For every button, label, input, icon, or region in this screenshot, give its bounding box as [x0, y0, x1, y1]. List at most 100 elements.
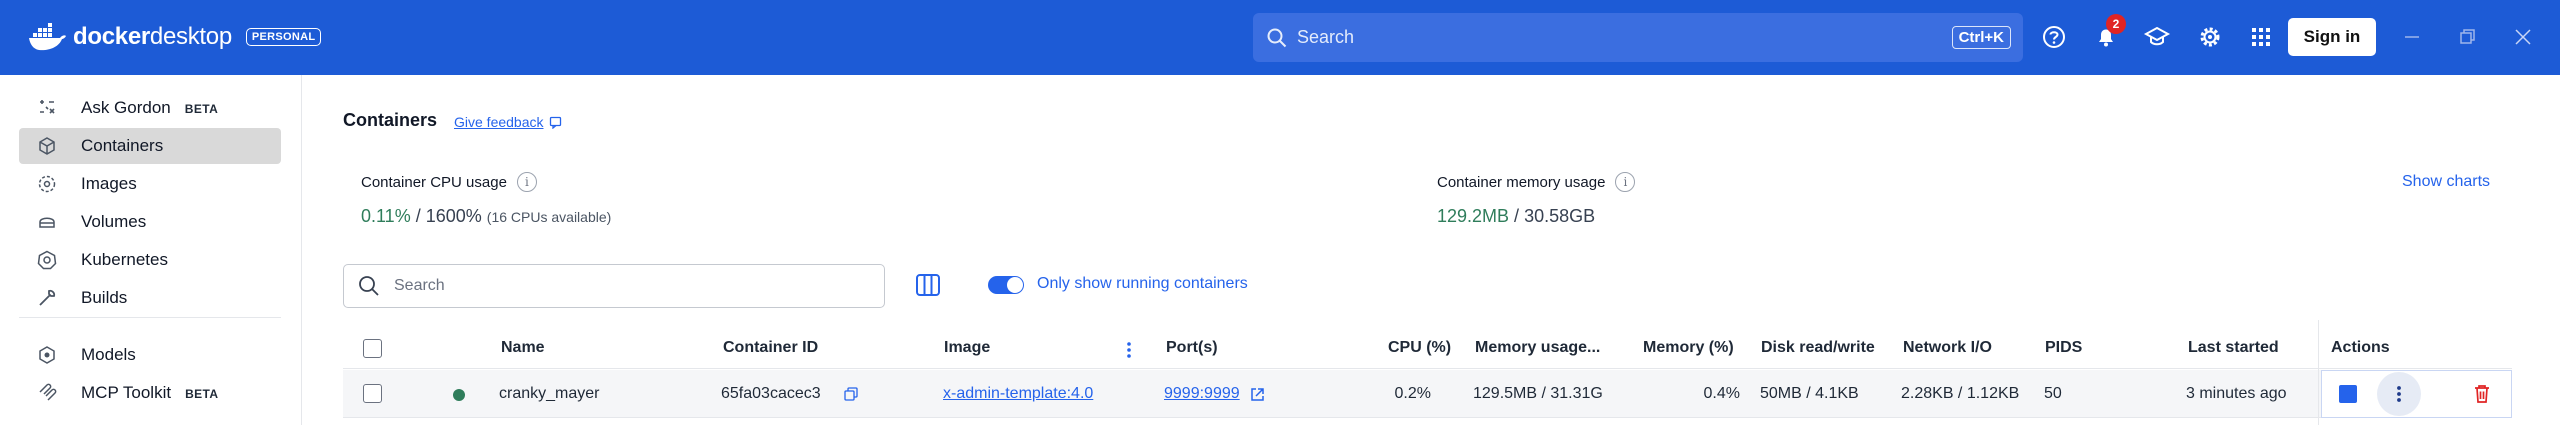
- memory-percent: 0.4%: [1703, 385, 1740, 402]
- table-row[interactable]: cranky_mayer 65fa03cacec3 x-admin-templa…: [343, 370, 2512, 418]
- learning-center-icon[interactable]: [2143, 23, 2171, 51]
- container-id: 65fa03cacec3: [721, 385, 821, 402]
- close-icon[interactable]: [2512, 26, 2534, 48]
- info-icon[interactable]: i: [1615, 172, 1636, 192]
- port-link[interactable]: 9999:9999: [1164, 385, 1240, 403]
- container-name[interactable]: cranky_mayer: [499, 385, 599, 403]
- cpu-usage-value: 0.11% / 1600% (16 CPUs available): [361, 206, 612, 226]
- status-running-indicator: [453, 389, 465, 401]
- sidebar-item-label: Volumes: [81, 212, 147, 231]
- row-checkbox[interactable]: [363, 384, 382, 403]
- sign-in-button[interactable]: Sign in: [2288, 18, 2376, 56]
- sidebar-item-label: Kubernetes: [81, 250, 168, 269]
- maximize-icon[interactable]: [2456, 26, 2478, 48]
- cpu-usage-title: Container CPU usage: [361, 173, 507, 191]
- cpu-note: (16 CPUs available): [486, 209, 612, 225]
- search-icon: [1267, 28, 1287, 47]
- help-icon[interactable]: [2040, 23, 2068, 51]
- column-memory-percent[interactable]: Memory (%): [1643, 339, 1734, 357]
- actions-column-divider: [2318, 320, 2319, 425]
- container-icon: [39, 137, 55, 155]
- minimize-icon[interactable]: [2401, 26, 2423, 48]
- models-icon: [39, 346, 55, 364]
- column-memory-usage[interactable]: Memory usage...: [1475, 339, 1600, 357]
- sidebar-item-ask-gordon[interactable]: Ask Gordon BETA: [19, 90, 281, 126]
- column-options-icon[interactable]: [1124, 341, 1134, 359]
- give-feedback-link[interactable]: Give feedback: [454, 114, 563, 130]
- sidebar-item-label: Ask Gordon: [81, 98, 171, 117]
- search-shortcut-badge: Ctrl+K: [1951, 26, 2011, 49]
- sidebar-item-containers[interactable]: Containers: [19, 128, 281, 164]
- trash-icon[interactable]: [2470, 382, 2494, 406]
- page-title: Containers: [343, 110, 438, 130]
- sidebar-item-builds[interactable]: Builds: [19, 280, 281, 316]
- pids: 50: [2044, 385, 2062, 402]
- memory-total: 30.58GB: [1524, 206, 1596, 226]
- info-icon[interactable]: i: [516, 172, 537, 192]
- sidebar-item-kubernetes[interactable]: Kubernetes: [19, 242, 281, 278]
- more-actions-button[interactable]: [2377, 372, 2421, 416]
- kebab-menu-icon: [2397, 386, 2401, 402]
- cpu-total: 1600%: [425, 206, 482, 226]
- global-search[interactable]: Search Ctrl+K: [1253, 13, 2023, 62]
- image-icon: [38, 175, 56, 193]
- sidebar-item-mcp-toolkit[interactable]: MCP Toolkit BETA: [19, 375, 281, 411]
- volume-icon: [39, 217, 55, 228]
- sidebar-divider: [19, 317, 281, 318]
- beta-badge: BETA: [185, 387, 219, 401]
- sidebar-item-label: MCP Toolkit: [81, 383, 172, 402]
- apps-grid-icon[interactable]: [2247, 23, 2275, 51]
- notification-count-badge: 2: [2106, 14, 2126, 34]
- column-name[interactable]: Name: [501, 339, 545, 357]
- cpu-used: 0.11%: [361, 206, 411, 226]
- column-image[interactable]: Image: [944, 339, 990, 357]
- brand-product: desktop: [149, 23, 232, 50]
- running-only-label: Only show running containers: [1037, 275, 1248, 292]
- sidebar-item-label: Models: [81, 345, 136, 364]
- column-pids[interactable]: PIDS: [2045, 339, 2082, 357]
- memory-usage: 129.5MB / 31.31G: [1473, 385, 1603, 402]
- global-search-placeholder: Search: [1297, 27, 1355, 47]
- image-link[interactable]: x-admin-template:4.0: [943, 385, 1093, 403]
- show-charts-link[interactable]: Show charts: [2402, 173, 2490, 191]
- sidebar-item-models[interactable]: Models: [19, 337, 281, 373]
- network-io: 2.28KB / 1.12KB: [1901, 385, 2020, 402]
- sidebar-item-images[interactable]: Images: [19, 166, 281, 202]
- column-ports[interactable]: Port(s): [1166, 339, 1218, 357]
- cpu-usage-label: Container CPU usage i: [361, 172, 537, 192]
- stop-icon[interactable]: [2339, 385, 2357, 403]
- running-only-toggle[interactable]: [988, 276, 1024, 294]
- column-last-started[interactable]: Last started: [2188, 339, 2279, 357]
- sidebar-item-label: Containers: [81, 136, 164, 155]
- disk-io: 50MB / 4.1KB: [1760, 385, 1859, 402]
- beta-badge: BETA: [184, 102, 219, 116]
- container-search-input[interactable]: Search: [343, 264, 885, 308]
- memory-usage-value: 129.2MB / 30.58GB: [1437, 206, 1596, 226]
- sidebar-item-label: Builds: [81, 288, 128, 307]
- give-feedback-label: Give feedback: [454, 114, 544, 130]
- kubernetes-icon: [37, 250, 57, 270]
- settings-icon[interactable]: [2196, 23, 2224, 51]
- sidebar-item-label: Images: [81, 174, 137, 193]
- memory-usage-title: Container memory usage: [1437, 173, 1606, 191]
- memory-used: 129.2MB: [1437, 206, 1510, 226]
- title-bar: dockerdesktop PERSONAL Search Ctrl+K 2 S…: [0, 0, 2560, 75]
- copy-icon[interactable]: [844, 387, 858, 401]
- column-container-id[interactable]: Container ID: [723, 339, 818, 357]
- external-link-icon[interactable]: [1250, 387, 1265, 402]
- column-network[interactable]: Network I/O: [1903, 339, 1992, 357]
- select-all-checkbox[interactable]: [363, 339, 382, 358]
- table-header: Name Container ID Image Port(s) CPU (%) …: [343, 329, 2512, 369]
- feedback-icon: [549, 116, 561, 129]
- plan-badge: PERSONAL: [245, 28, 322, 46]
- last-started: 3 minutes ago: [2186, 385, 2287, 402]
- columns-icon[interactable]: [914, 271, 942, 299]
- sidebar-item-volumes[interactable]: Volumes: [19, 204, 281, 240]
- column-disk[interactable]: Disk read/write: [1761, 339, 1875, 357]
- container-search-placeholder: Search: [394, 277, 445, 294]
- column-cpu[interactable]: CPU (%): [1388, 339, 1451, 357]
- mcp-icon: [39, 383, 57, 401]
- wrench-icon: [39, 289, 56, 306]
- column-actions: Actions: [2331, 339, 2390, 356]
- gordon-icon: [40, 100, 55, 114]
